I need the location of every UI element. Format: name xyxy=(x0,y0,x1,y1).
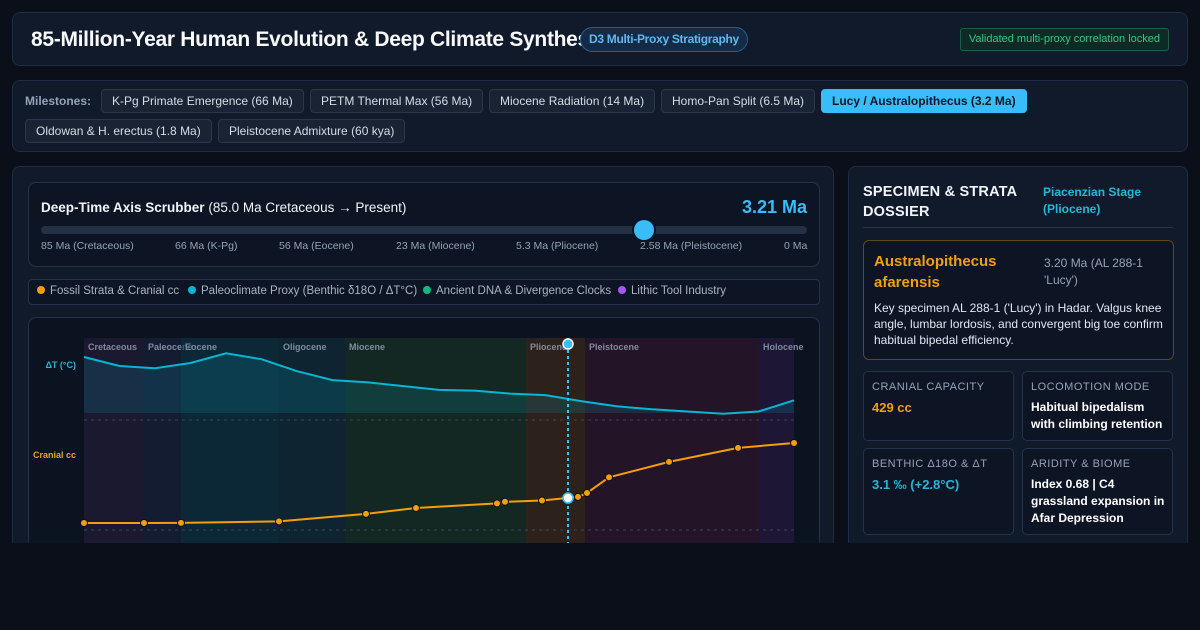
cranial-point xyxy=(177,518,185,527)
cranial-point xyxy=(574,492,582,501)
stat-label: ARIDITY & BIOME xyxy=(1031,458,1131,470)
time-scrubber: Deep-Time Axis Scrubber (85.0 Ma Cretace… xyxy=(28,182,820,267)
stat-label: LOCOMOTION MODE xyxy=(1031,381,1150,393)
epoch-band xyxy=(585,338,759,576)
scrubber-track[interactable] xyxy=(41,226,807,234)
milestone-chip-petm[interactable]: PETM Thermal Max (56 Ma) xyxy=(310,89,484,113)
stat-benthic: BENTHIC Δ18O & ΔT 3.1 ‰ (+2.8°C) xyxy=(863,448,1014,535)
milestone-chip-oldowan[interactable]: Oldowan & H. erectus (1.8 Ma) xyxy=(25,119,212,143)
cranial-point xyxy=(80,519,88,527)
viewport-bottom xyxy=(0,543,1200,630)
cranial-point xyxy=(362,509,370,518)
epoch-label: Miocene xyxy=(349,342,385,352)
epoch-label: Eocene xyxy=(185,342,217,352)
legend-swatch xyxy=(618,286,626,294)
stat-value: Index 0.68 | C4 grassland expansion in A… xyxy=(1031,477,1165,525)
stat-locomotion: LOCOMOTION MODE Habitual bipedalism with… xyxy=(1022,371,1173,441)
milestones-label: Milestones: xyxy=(25,94,92,108)
legend-swatch xyxy=(423,286,431,294)
milestone-chip-homo-pan[interactable]: Homo-Pan Split (6.5 Ma) xyxy=(661,89,816,113)
stratigraphy-chart: Cretaceous Paleocene Eocene Oligocene Miocen… xyxy=(28,317,820,577)
scrubber-value: 3.21 Ma xyxy=(741,197,807,217)
milestone-chip-kpg[interactable]: K-Pg Primate Emergence (66 Ma) xyxy=(101,89,304,113)
stat-cranial-capacity: CRANIAL CAPACITY 429 cc xyxy=(863,371,1014,441)
scrubber-thumb[interactable] xyxy=(634,220,655,240)
scrubber-tick: 23 Ma (Miocene) xyxy=(396,240,475,252)
scrubber-title: Deep-Time Axis Scrubber (85.0 Ma Cretace… xyxy=(41,200,406,215)
specimen-name: Australopithecus afarensis xyxy=(874,253,997,291)
epoch-label: Pleistocene xyxy=(589,342,639,352)
page-title: 85-Million-Year Human Evolution & Deep C… xyxy=(31,28,606,51)
cursor-marker xyxy=(562,492,574,504)
status-badge: Validated multi-proxy correlation locked xyxy=(959,28,1169,51)
y-axis-label-cranial: Cranial cc xyxy=(33,450,76,460)
legend-item-lithic[interactable]: Lithic Tool Industry xyxy=(618,285,726,297)
epoch-band xyxy=(759,338,794,576)
cranial-point xyxy=(275,517,283,526)
milestones-bar: Milestones: K-Pg Primate Emergence (66 M… xyxy=(12,80,1188,152)
chart-svg: Cretaceous PaleoceneEocene Oligocene Miocen… xyxy=(33,338,804,576)
legend-label: Lithic Tool Industry xyxy=(631,285,727,297)
epoch-label: Pliocene xyxy=(530,342,567,352)
milestone-chip-miocene[interactable]: Miocene Radiation (14 Ma) xyxy=(489,89,656,113)
stat-value: 3.1 ‰ (+2.8°C) xyxy=(872,477,960,492)
epoch-label: Cretaceous xyxy=(88,342,137,352)
cranial-point xyxy=(140,519,148,527)
scrubber-tick: 0 Ma xyxy=(784,240,808,252)
scrubber-title-main: Deep-Time Axis Scrubber xyxy=(41,200,205,215)
dossier-panel: SPECIMEN & STRATA DOSSIER Piacenzian Sta… xyxy=(848,166,1188,566)
stat-value: Habitual bipedalism with climbing retent… xyxy=(1031,400,1163,431)
scrubber-tick: 56 Ma (Eocene) xyxy=(279,240,354,252)
cranial-point xyxy=(501,497,509,506)
cursor-handle-top xyxy=(562,338,574,350)
stat-label: CRANIAL CAPACITY xyxy=(872,381,985,393)
scrubber-tick: 85 Ma (Cretaceous) xyxy=(41,240,134,252)
chart-legend: Fossil Strata & Cranial cc Paleoclimate … xyxy=(28,279,820,305)
cranial-point xyxy=(493,499,501,508)
epoch-band xyxy=(526,338,585,576)
scrubber-tick: 66 Ma (K-Pg) xyxy=(175,240,238,252)
y-axis-label-temp: ΔT (°C) xyxy=(45,360,76,370)
epoch-label: Holocene xyxy=(763,342,804,352)
cranial-point xyxy=(605,473,613,482)
stage-label: Piacenzian Stage (Pliocene) xyxy=(1043,185,1142,216)
legend-label: Fossil Strata & Cranial cc xyxy=(50,285,180,297)
cranial-point xyxy=(665,457,673,466)
timeline-panel: Deep-Time Axis Scrubber (85.0 Ma Cretace… xyxy=(12,166,834,577)
dossier-title: SPECIMEN & STRATA DOSSIER xyxy=(863,184,1017,220)
stat-aridity: ARIDITY & BIOME Index 0.68 | C4 grasslan… xyxy=(1022,448,1173,535)
header-bar: 85-Million-Year Human Evolution & Deep C… xyxy=(12,12,1188,66)
legend-item-paleoclimate[interactable]: Paleoclimate Proxy (Benthic δ18O / ΔT°C) xyxy=(188,285,417,297)
stat-value: 429 cc xyxy=(872,400,912,415)
cranial-point xyxy=(734,443,742,452)
milestone-chip-lucy[interactable]: Lucy / Australopithecus (3.2 Ma) xyxy=(821,89,1027,113)
legend-item-dna[interactable]: Ancient DNA & Divergence Clocks xyxy=(423,285,611,297)
cranial-point xyxy=(538,496,546,505)
scrubber-title-range: (85.0 Ma Cretaceous → Present) xyxy=(208,200,407,215)
scrubber-tick: 2.58 Ma (Pleistocene) xyxy=(640,240,743,252)
legend-label: Ancient DNA & Divergence Clocks xyxy=(436,285,612,297)
cranial-point xyxy=(412,504,420,512)
cranial-point xyxy=(790,439,798,447)
epoch-band xyxy=(345,338,526,576)
specimen-description: Key specimen AL 288-1 ('Lucy') in Hadar.… xyxy=(874,301,1163,347)
legend-item-fossil[interactable]: Fossil Strata & Cranial cc xyxy=(37,285,179,297)
milestone-chip-admixture[interactable]: Pleistocene Admixture (60 kya) xyxy=(218,119,406,143)
scrubber-tick: 5.3 Ma (Pliocene) xyxy=(516,240,599,252)
divider xyxy=(863,227,1173,228)
legend-swatch xyxy=(188,286,196,294)
specimen-card: Australopithecus afarensis 3.20 Ma (AL 2… xyxy=(863,240,1174,360)
specimen-id: 3.20 Ma (AL 288-1 'Lucy') xyxy=(1044,256,1143,287)
epoch-label: Oligocene xyxy=(283,342,327,352)
cranial-point xyxy=(583,489,591,497)
legend-swatch xyxy=(37,286,45,294)
stat-label: BENTHIC Δ18O & ΔT xyxy=(872,458,988,470)
method-badge: D3 Multi-Proxy Stratigraphy xyxy=(580,27,748,52)
legend-label: Paleoclimate Proxy (Benthic δ18O / ΔT°C) xyxy=(201,285,418,297)
